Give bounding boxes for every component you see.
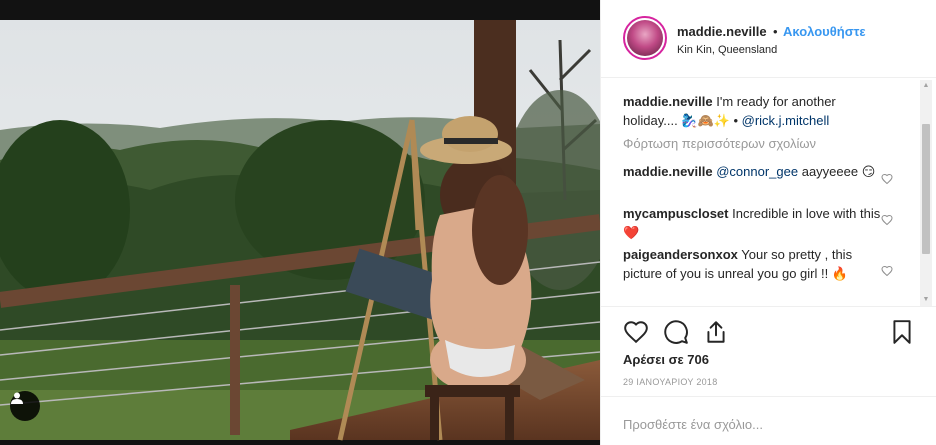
likes-count[interactable]: Αρέσει σε 706 bbox=[623, 352, 709, 367]
location-link[interactable]: Kin Kin, Queensland bbox=[677, 44, 777, 56]
add-comment-bar: Προσθέστε ένα σχόλιο... bbox=[601, 396, 936, 445]
add-comment-input[interactable]: Προσθέστε ένα σχόλιο... bbox=[623, 417, 763, 432]
caption-username[interactable]: maddie.neville bbox=[623, 94, 713, 109]
load-more-comments-button[interactable]: Φόρτωση περισσότερων σχολίων bbox=[623, 136, 816, 151]
caption-mention[interactable]: @rick.j.mitchell bbox=[742, 113, 830, 128]
scrollbar-thumb[interactable] bbox=[922, 124, 930, 254]
comment-username[interactable]: maddie.neville bbox=[623, 164, 713, 179]
caption: maddie.neville I'm ready for another hol… bbox=[623, 92, 893, 130]
share-icon[interactable] bbox=[703, 319, 729, 345]
scroll-up-icon[interactable]: ▲ bbox=[920, 80, 932, 92]
bookmark-icon[interactable] bbox=[889, 319, 915, 345]
heart-outline-icon[interactable] bbox=[881, 265, 893, 277]
user-tag-icon[interactable] bbox=[10, 391, 40, 421]
comment-icon[interactable] bbox=[663, 319, 689, 345]
heart-outline-icon[interactable] bbox=[881, 214, 893, 226]
comment-mention[interactable]: @connor_gee bbox=[716, 164, 798, 179]
header-username[interactable]: maddie.neville bbox=[677, 24, 767, 39]
comments-scrollbar[interactable]: ▲ ▼ bbox=[920, 80, 932, 306]
comment-username[interactable]: mycampuscloset bbox=[623, 206, 729, 221]
action-bar bbox=[601, 306, 936, 356]
heart-icon[interactable] bbox=[623, 319, 649, 345]
comment-item: mycampuscloset Incredible in love with t… bbox=[623, 204, 883, 242]
header-separator: • bbox=[773, 24, 778, 39]
comment-item: maddie.neville @connor_gee aayyeeee 😏 bbox=[623, 162, 883, 181]
post-photo[interactable] bbox=[0, 0, 600, 445]
comments-list[interactable]: maddie.neville I'm ready for another hol… bbox=[601, 79, 936, 305]
post-header: maddie.neville • Ακολουθήστε Kin Kin, Qu… bbox=[601, 0, 936, 78]
comment-username[interactable]: paigeandersonxox bbox=[623, 247, 738, 262]
heart-outline-icon[interactable] bbox=[881, 173, 893, 185]
post-photo-illustration bbox=[0, 0, 600, 445]
avatar[interactable] bbox=[623, 16, 667, 60]
scroll-down-icon[interactable]: ▼ bbox=[920, 294, 932, 306]
comment-item: paigeandersonxox Your so pretty , this p… bbox=[623, 245, 863, 283]
post-side-panel: maddie.neville • Ακολουθήστε Kin Kin, Qu… bbox=[600, 0, 936, 445]
comment-text: aayyeeee 😏 bbox=[801, 164, 876, 179]
post-date[interactable]: 29 ΙΑΝΟΥΑΡΙΟΥ 2018 bbox=[623, 377, 718, 387]
follow-button[interactable]: Ακολουθήστε bbox=[783, 24, 866, 39]
